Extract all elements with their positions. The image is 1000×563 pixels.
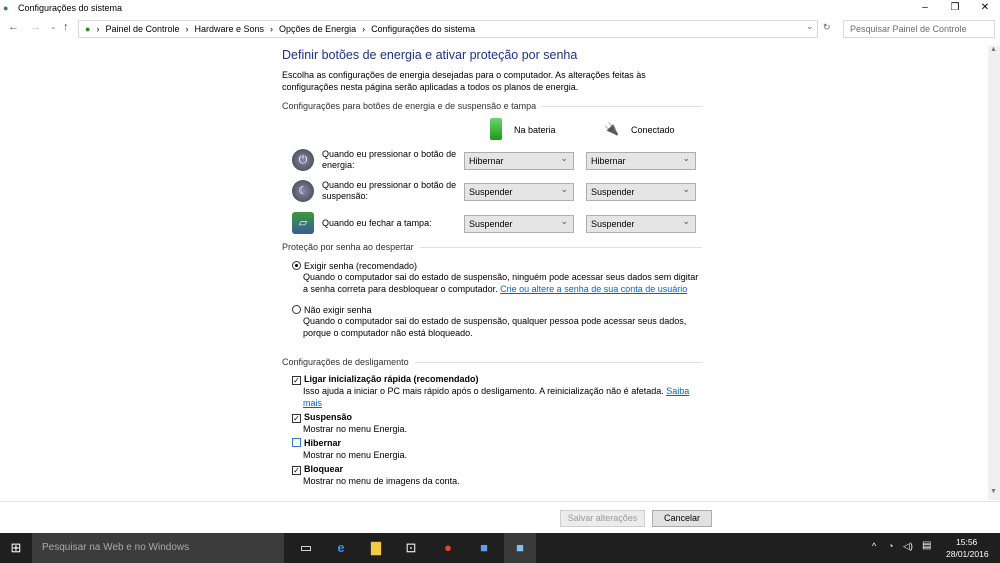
store-icon[interactable]: ⊡ (395, 533, 427, 563)
file-explorer-icon[interactable]: ▇ (360, 533, 392, 563)
lid-battery-select[interactable]: Suspender (464, 215, 574, 233)
divider (0, 501, 1000, 502)
control-panel-icon: ● (3, 3, 9, 13)
checkbox-checked-icon[interactable]: ✓ (292, 466, 301, 475)
address-bar[interactable]: ● › Painel de Controle › Hardware e Sons ›… (78, 20, 818, 38)
radio-selected-icon[interactable] (292, 261, 301, 270)
up-icon[interactable]: ↑ (63, 21, 69, 33)
main-content: Definir botões de energia e ativar prote… (282, 48, 702, 111)
row-label: Quando eu pressionar o botão de suspensã… (322, 180, 457, 201)
battery-icon (490, 118, 502, 140)
hibernate-checkbox[interactable]: Hibernar (292, 437, 702, 449)
clock-time[interactable]: 15:56 (956, 537, 977, 547)
refresh-icon[interactable]: ↻ (823, 22, 831, 33)
scroll-down-icon[interactable]: ▼ (990, 488, 997, 495)
lid-plugged-select[interactable]: Suspender (586, 215, 696, 233)
control-panel-icon: ● (85, 24, 91, 34)
option-description: Mostrar no menu Energia. (303, 424, 408, 434)
title-bar: ● Configurações do sistema – ❐ ✕ (0, 0, 1000, 17)
save-button[interactable]: Salvar alterações (560, 510, 645, 527)
task-view-icon[interactable]: ▭ (290, 533, 322, 563)
option-description: Mostrar no menu Energia. (303, 450, 408, 460)
back-icon[interactable]: ← (8, 21, 19, 33)
section-heading: Configurações de desligamento (282, 357, 409, 367)
breadcrumb-item[interactable]: Opções de Energia (279, 24, 356, 34)
start-button[interactable]: ⊞ (0, 533, 32, 563)
change-password-link[interactable]: Crie ou altere a senha de sua conta de u… (500, 284, 687, 294)
vertical-scrollbar[interactable]: ▲ ▼ (988, 46, 1000, 500)
breadcrumb-sep-icon: › (362, 24, 366, 34)
power-button-plugged-select[interactable]: Hibernar (586, 152, 696, 170)
checkbox-unchecked-icon[interactable] (292, 438, 301, 447)
breadcrumb-sep-icon: › (96, 24, 100, 34)
row-label: Quando eu pressionar o botão de energia: (322, 149, 457, 170)
forward-icon[interactable]: → (30, 21, 41, 33)
notification-icon[interactable]: ▤ (922, 540, 931, 551)
section-heading: Proteção por senha ao despertar (282, 242, 414, 252)
fast-startup-checkbox[interactable]: ✓ Ligar inicialização rápida (recomendado… (292, 373, 702, 385)
network-icon[interactable]: ◔ (888, 541, 893, 551)
edge-icon[interactable]: e (325, 533, 357, 563)
address-dropdown-icon[interactable]: ⌄ (806, 21, 814, 32)
plug-icon: 🔌 (604, 122, 619, 136)
power-button-row: ⏻ Quando eu pressionar o botão de energia… (292, 149, 462, 171)
no-password-radio[interactable]: Não exigir senha (292, 305, 702, 315)
clock-date[interactable]: 28/01/2016 (946, 549, 989, 559)
checkbox-label: Bloquear (304, 464, 344, 474)
option-description: Mostrar no menu de imagens da conta. (303, 476, 460, 486)
sleep-checkbox[interactable]: ✓ Suspensão (292, 411, 702, 423)
maximize-button[interactable]: ❐ (940, 0, 970, 17)
minimize-button[interactable]: – (910, 0, 940, 17)
recent-dropdown-icon[interactable]: ⌄ (50, 22, 57, 31)
intro-text: Escolha as configurações de energia dese… (282, 70, 646, 92)
radio-label: Exigir senha (recomendado) (304, 261, 418, 271)
app-icon[interactable]: ■ (468, 533, 500, 563)
option-description: Quando o computador sai do estado de sus… (303, 316, 687, 338)
window-title: Configurações do sistema (18, 3, 123, 13)
require-password-radio[interactable]: Exigir senha (recomendado) (292, 261, 702, 271)
radio-unselected-icon[interactable] (292, 305, 301, 314)
breadcrumb-item[interactable]: Painel de Controle (105, 24, 179, 34)
volume-icon[interactable]: ◁) (903, 541, 913, 552)
laptop-lid-icon: ▱ (292, 212, 314, 234)
checkbox-label: Suspensão (304, 412, 353, 422)
breadcrumb-item[interactable]: Configurações do sistema (371, 24, 475, 34)
radio-label: Não exigir senha (304, 305, 372, 315)
cancel-button[interactable]: Cancelar (652, 510, 712, 527)
lid-row: ▱ Quando eu fechar a tampa: (292, 212, 462, 234)
close-button[interactable]: ✕ (970, 0, 1000, 17)
chrome-icon[interactable]: ● (432, 533, 464, 563)
scroll-up-icon[interactable]: ▲ (990, 46, 997, 53)
breadcrumb-item[interactable]: Hardware e Sons (195, 24, 265, 34)
checkbox-checked-icon[interactable]: ✓ (292, 376, 301, 385)
power-icon: ⏻ (292, 149, 314, 171)
plugged-column-label: Conectado (631, 125, 675, 135)
sleep-button-plugged-select[interactable]: Suspender (586, 183, 696, 201)
checkbox-label: Ligar inicialização rápida (recomendado) (304, 374, 479, 384)
taskbar-search[interactable]: Pesquisar na Web e no Windows (32, 533, 284, 563)
checkbox-label: Hibernar (304, 438, 342, 448)
section-heading: Configurações para botões de energia e d… (282, 101, 537, 111)
row-label: Quando eu fechar a tampa: (322, 217, 432, 228)
battery-column-label: Na bateria (514, 125, 556, 135)
option-description: Isso ajuda a iniciar o PC mais rápido ap… (303, 386, 664, 396)
power-button-battery-select[interactable]: Hibernar (464, 152, 574, 170)
checkbox-checked-icon[interactable]: ✓ (292, 414, 301, 423)
breadcrumb-sep-icon: › (270, 24, 274, 34)
tray-chevron-icon[interactable]: ^ (872, 541, 876, 551)
breadcrumb-sep-icon: › (185, 24, 189, 34)
sleep-button-battery-select[interactable]: Suspender (464, 183, 574, 201)
control-panel-task-icon[interactable]: ■ (504, 533, 536, 563)
page-title: Definir botões de energia e ativar prote… (282, 48, 578, 62)
lock-checkbox[interactable]: ✓ Bloquear (292, 463, 702, 475)
sleep-button-row: ☾ Quando eu pressionar o botão de suspens… (292, 180, 462, 202)
search-input[interactable]: Pesquisar Painel de Controle (843, 20, 995, 38)
sleep-icon: ☾ (292, 180, 314, 202)
